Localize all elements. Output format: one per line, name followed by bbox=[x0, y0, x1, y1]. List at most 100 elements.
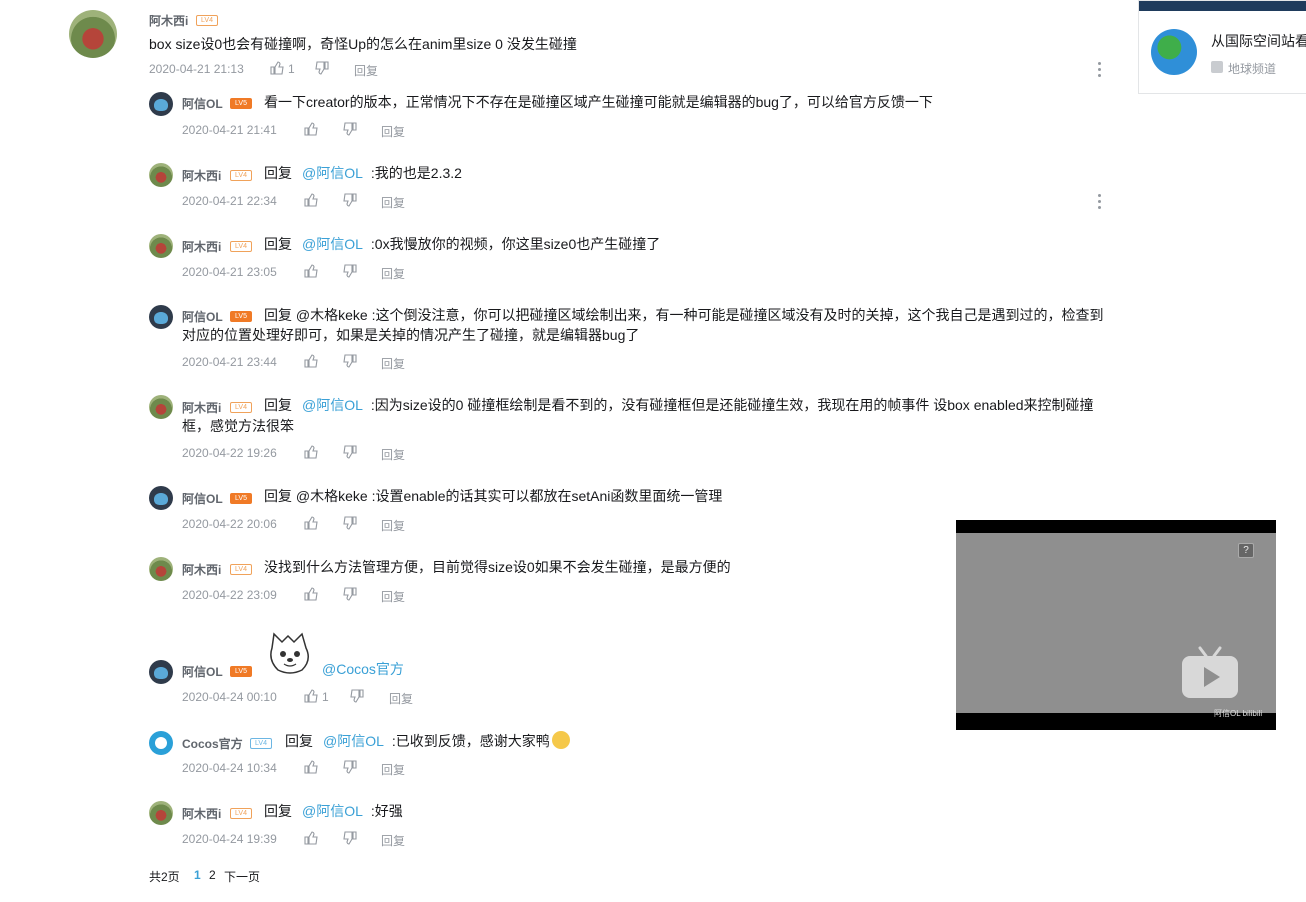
reply-username[interactable]: 阿信OL bbox=[182, 663, 223, 680]
pagination-page-1[interactable]: 1 bbox=[194, 868, 201, 882]
avatar[interactable] bbox=[149, 305, 173, 329]
avatar[interactable] bbox=[149, 660, 173, 684]
like-icon[interactable] bbox=[304, 760, 318, 774]
pagination-next[interactable]: 下一页 bbox=[224, 868, 260, 885]
reply-username[interactable]: 阿信OL bbox=[182, 308, 223, 325]
level-badge: LV4 bbox=[250, 738, 272, 749]
reply-button[interactable]: 回复 bbox=[381, 355, 405, 372]
like-icon[interactable] bbox=[304, 445, 318, 459]
more-options-icon[interactable] bbox=[1097, 61, 1101, 77]
related-video-card[interactable]: 从国际空间站看 地球频道 bbox=[1138, 0, 1306, 94]
reply-time: 2020-04-22 20:06 bbox=[182, 517, 277, 531]
reply-keyword: 回复 bbox=[264, 397, 292, 413]
avatar[interactable] bbox=[149, 163, 173, 187]
reply-button[interactable]: 回复 bbox=[354, 62, 378, 79]
like-icon[interactable] bbox=[304, 516, 318, 530]
reply-button[interactable]: 回复 bbox=[381, 265, 405, 282]
avatar[interactable] bbox=[149, 486, 173, 510]
avatar[interactable] bbox=[149, 395, 173, 419]
avatar[interactable] bbox=[149, 234, 173, 258]
help-icon[interactable]: ? bbox=[1238, 543, 1254, 558]
mention-link[interactable]: @阿信OL bbox=[323, 733, 384, 749]
comment-username[interactable]: 阿木西i bbox=[149, 12, 188, 29]
dislike-icon[interactable] bbox=[343, 445, 357, 459]
reply-button[interactable]: 回复 bbox=[389, 690, 413, 707]
level-badge: LV5 bbox=[230, 666, 252, 677]
reply-text: 回复 @阿信OL :好强 bbox=[264, 801, 403, 821]
like-icon[interactable] bbox=[304, 193, 318, 207]
dislike-icon[interactable] bbox=[343, 587, 357, 601]
like-icon[interactable] bbox=[304, 122, 318, 136]
reply-username[interactable]: 阿木西i bbox=[182, 561, 221, 578]
like-icon[interactable] bbox=[304, 587, 318, 601]
reply-text: 没找到什么方法管理方便，目前觉得size设0如果不会发生碰撞，是最方便的 bbox=[264, 559, 731, 575]
reply-keyword: 回复 bbox=[264, 803, 292, 819]
like-icon[interactable] bbox=[304, 831, 318, 845]
reply-username[interactable]: 阿信OL bbox=[182, 490, 223, 507]
level-badge: LV5 bbox=[230, 311, 252, 322]
mention-link[interactable]: @阿信OL bbox=[302, 397, 363, 413]
level-badge: LV5 bbox=[230, 98, 252, 109]
level-badge: LV4 bbox=[230, 241, 252, 252]
reply-time: 2020-04-24 10:34 bbox=[182, 761, 277, 775]
avatar[interactable] bbox=[69, 10, 117, 58]
reply-button[interactable]: 回复 bbox=[381, 446, 405, 463]
play-icon[interactable] bbox=[1180, 646, 1240, 700]
avatar[interactable] bbox=[149, 92, 173, 116]
reply-text-line2: 对应的位置处理好即可，如果是关掉的情况产生了碰撞，就是编辑器bug了 bbox=[182, 327, 640, 343]
avatar[interactable] bbox=[149, 801, 173, 825]
dislike-icon[interactable] bbox=[315, 61, 329, 75]
reply-button[interactable]: 回复 bbox=[381, 832, 405, 849]
comment-text: box size设0也会有碰撞啊，奇怪Up的怎么在anim里size 0 没发生… bbox=[149, 36, 577, 52]
more-options-icon[interactable] bbox=[1097, 193, 1101, 209]
dislike-icon[interactable] bbox=[343, 193, 357, 207]
reply-time: 2020-04-24 19:39 bbox=[182, 832, 277, 846]
dislike-icon[interactable] bbox=[343, 516, 357, 530]
avatar[interactable] bbox=[149, 557, 173, 581]
reply-text: 回复 @木格keke :设置enable的话其实可以都放在setAni函数里面统… bbox=[264, 488, 723, 504]
reply-keyword: 回复 bbox=[264, 165, 292, 181]
like-icon[interactable] bbox=[270, 61, 284, 75]
reply-time: 2020-04-21 21:41 bbox=[182, 123, 277, 137]
mention-link[interactable]: @阿信OL bbox=[302, 165, 363, 181]
pagination-total: 共2页 bbox=[149, 870, 180, 884]
reply-username[interactable]: 阿木西i bbox=[182, 167, 221, 184]
reply-button[interactable]: 回复 bbox=[381, 194, 405, 211]
comment-time: 2020-04-21 21:13 bbox=[149, 62, 244, 76]
pagination-page-2[interactable]: 2 bbox=[209, 868, 216, 882]
reply-username[interactable]: Cocos官方 bbox=[182, 735, 243, 752]
reply-text-line1: 回复 @木格keke :这个倒没注意，你可以把碰撞区域绘制出来，有一种可能是碰撞… bbox=[264, 307, 1104, 323]
level-badge: LV4 bbox=[230, 564, 252, 575]
reply-button[interactable]: 回复 bbox=[381, 588, 405, 605]
mention-link[interactable]: @阿信OL bbox=[302, 236, 363, 252]
dislike-icon[interactable] bbox=[350, 689, 364, 703]
dislike-icon[interactable] bbox=[343, 831, 357, 845]
reply-button[interactable]: 回复 bbox=[381, 517, 405, 534]
reply-body: :好强 bbox=[370, 803, 403, 819]
reply-body: :已收到反馈，感谢大家鸭 bbox=[391, 733, 550, 749]
dislike-icon[interactable] bbox=[343, 122, 357, 136]
avatar[interactable] bbox=[149, 731, 173, 755]
card-thumbnail[interactable] bbox=[1139, 1, 1306, 11]
dislike-icon[interactable] bbox=[343, 264, 357, 278]
reply-username[interactable]: 阿木西i bbox=[182, 238, 221, 255]
dislike-icon[interactable] bbox=[343, 354, 357, 368]
reply-username[interactable]: 阿木西i bbox=[182, 399, 221, 416]
dislike-icon[interactable] bbox=[343, 760, 357, 774]
reply-username[interactable]: 阿信OL bbox=[182, 95, 223, 112]
mini-video-player[interactable]: ? 阿信OL bilibili bbox=[956, 520, 1276, 730]
reply-text: 回复 @阿信OL:我的也是2.3.2 bbox=[264, 163, 462, 183]
like-icon[interactable] bbox=[304, 354, 318, 368]
card-title[interactable]: 从国际空间站看 bbox=[1211, 31, 1306, 51]
like-icon[interactable] bbox=[304, 264, 318, 278]
level-badge: LV4 bbox=[230, 808, 252, 819]
reply-username[interactable]: 阿木西i bbox=[182, 805, 221, 822]
level-badge: LV4 bbox=[196, 15, 218, 26]
earth-icon bbox=[1151, 29, 1197, 75]
reply-button[interactable]: 回复 bbox=[381, 761, 405, 778]
card-channel[interactable]: 地球频道 bbox=[1228, 60, 1276, 77]
mention-link[interactable]: @阿信OL bbox=[302, 803, 363, 819]
reply-button[interactable]: 回复 bbox=[381, 123, 405, 140]
mention-link[interactable]: @Cocos官方 bbox=[322, 661, 404, 677]
like-icon[interactable] bbox=[304, 689, 318, 703]
